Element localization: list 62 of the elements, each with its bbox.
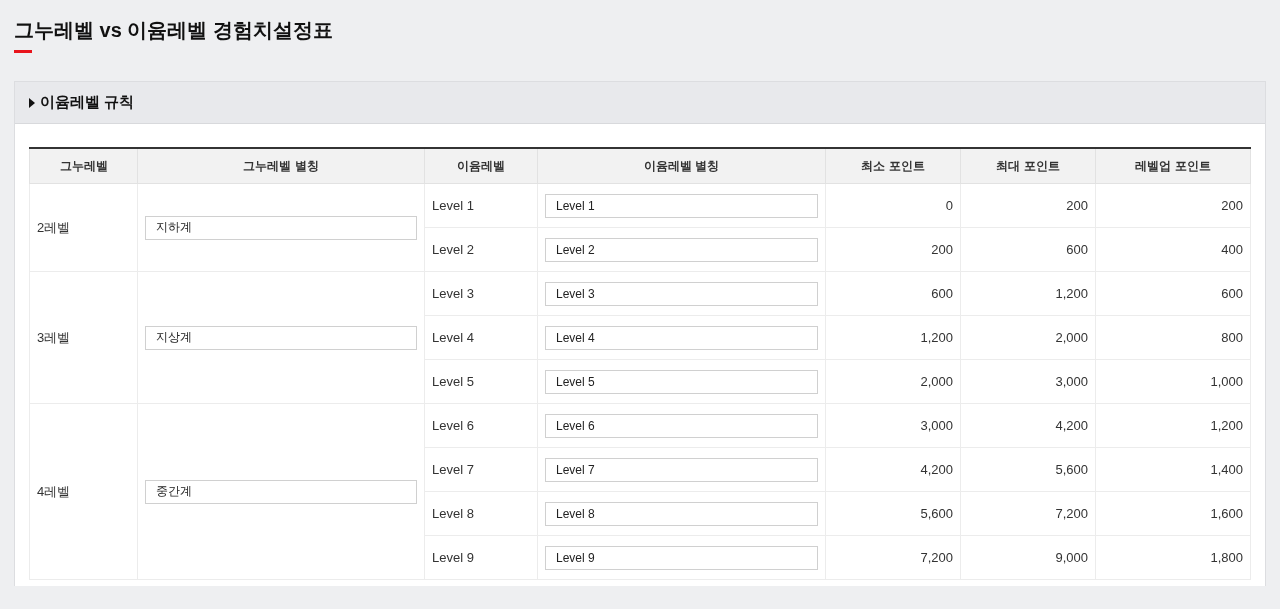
table-cell: Level 5	[424, 359, 538, 404]
caret-icon	[29, 97, 35, 108]
table-cell: 5,600	[825, 491, 961, 536]
table-cell: 0	[825, 183, 961, 228]
input-field[interactable]: 중간계	[145, 479, 417, 504]
column-header: 최대 포인트	[960, 148, 1096, 184]
table-cell: 200	[825, 227, 961, 272]
table-cell: 4,200	[825, 447, 961, 492]
table-cell: 4,200	[960, 403, 1096, 448]
input-field[interactable]: Level 1	[545, 193, 818, 218]
column-header: 최소 포인트	[825, 148, 961, 184]
title-underline	[14, 50, 32, 53]
input-field[interactable]: Level 2	[545, 237, 818, 262]
table-cell: 800	[1095, 315, 1251, 360]
table-cell: Level 9	[424, 535, 538, 580]
table-cell: 1,200	[825, 315, 961, 360]
table-cell: 5,600	[960, 447, 1096, 492]
table-cell: 200	[1095, 183, 1251, 228]
column-header: 그누레벨 별칭	[137, 148, 425, 184]
table-cell: Level 2	[424, 227, 538, 272]
table-cell: 7,200	[960, 491, 1096, 536]
table-cell: 2레벨	[29, 183, 138, 272]
table-cell: 3레벨	[29, 271, 138, 404]
column-header: 이윰레벨 별칭	[537, 148, 826, 184]
table-cell: 9,000	[960, 535, 1096, 580]
input-field[interactable]: Level 7	[545, 457, 818, 482]
table-cell: Level 1	[424, 183, 538, 228]
page-title: 그누레벨 vs 이윰레벨 경험치설정표	[14, 18, 334, 43]
table-cell: 2,000	[960, 315, 1096, 360]
table-cell: 2,000	[825, 359, 961, 404]
input-field[interactable]: Level 5	[545, 369, 818, 394]
input-field[interactable]: Level 8	[545, 501, 818, 526]
table-cell: Level 7	[424, 447, 538, 492]
input-field[interactable]: Level 6	[545, 413, 818, 438]
table-cell: 1,200	[960, 271, 1096, 316]
table-cell: 1,400	[1095, 447, 1251, 492]
table-cell: 4레벨	[29, 403, 138, 580]
table-cell: Level 6	[424, 403, 538, 448]
table-cell: 1,600	[1095, 491, 1251, 536]
table-cell: 400	[1095, 227, 1251, 272]
table-cell: 1,000	[1095, 359, 1251, 404]
input-field[interactable]: Level 4	[545, 325, 818, 350]
table-cell: Level 4	[424, 315, 538, 360]
table-cell: 600	[825, 271, 961, 316]
table-cell: 600	[1095, 271, 1251, 316]
table-cell: 1,800	[1095, 535, 1251, 580]
table-cell: 3,000	[825, 403, 961, 448]
table-cell: 3,000	[960, 359, 1096, 404]
input-field[interactable]: Level 3	[545, 281, 818, 306]
column-header: 레벨업 포인트	[1095, 148, 1251, 184]
table-cell: 600	[960, 227, 1096, 272]
section-header[interactable]: 이윰레벨 규칙	[15, 82, 1265, 124]
table-cell: 200	[960, 183, 1096, 228]
column-header: 이윰레벨	[424, 148, 538, 184]
table-cell: 1,200	[1095, 403, 1251, 448]
column-header: 그누레벨	[29, 148, 138, 184]
table-cell: Level 8	[424, 491, 538, 536]
table-cell: Level 3	[424, 271, 538, 316]
input-field[interactable]: Level 9	[545, 545, 818, 570]
table-cell: 7,200	[825, 535, 961, 580]
input-field[interactable]: 지하계	[145, 215, 417, 240]
input-field[interactable]: 지상계	[145, 325, 417, 350]
